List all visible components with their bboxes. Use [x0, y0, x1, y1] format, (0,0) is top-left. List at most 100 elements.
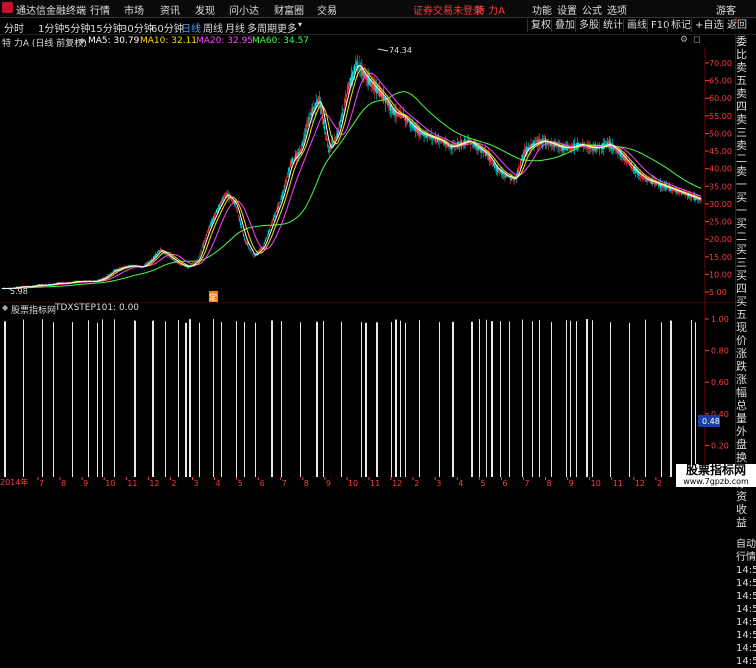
- close-panel-icon[interactable]: ◻: [693, 35, 700, 45]
- current-value-text: 0.48: [702, 417, 720, 426]
- period-15min[interactable]: 15分钟: [90, 20, 123, 35]
- candle-body: [403, 116, 405, 118]
- candle-body: [627, 162, 629, 164]
- candle-body: [223, 196, 225, 198]
- candle-body: [307, 121, 309, 126]
- candle-body: [224, 193, 226, 198]
- price-tick-label: 5.00: [709, 288, 727, 297]
- menu-item-ask[interactable]: 问小达: [229, 2, 259, 17]
- step-bar: [661, 322, 662, 477]
- period-weekly[interactable]: 周线: [203, 20, 223, 35]
- candle-body: [232, 201, 234, 202]
- candle-body: [258, 250, 260, 252]
- candle-body: [341, 112, 343, 118]
- candle-body: [278, 203, 280, 207]
- step-bar: [221, 321, 222, 477]
- menu-item-market[interactable]: 市场: [124, 2, 144, 17]
- candle-body: [244, 239, 246, 240]
- step-bar: [479, 319, 480, 477]
- menu-function[interactable]: 功能: [532, 2, 552, 17]
- stats-button[interactable]: 统计: [599, 19, 626, 32]
- login-notice[interactable]: 证券交易未登录: [413, 2, 483, 17]
- candle-body: [636, 171, 638, 173]
- candle-body: [696, 198, 698, 200]
- candle-body: [146, 262, 148, 265]
- mark-button[interactable]: 标记: [667, 19, 694, 32]
- indicator-chart[interactable]: 1.000.800.600.400.20 0.48: [0, 302, 735, 477]
- price-chart[interactable]: 70.00 65.00 60.00 55.00 50.00 45.00 40.00 35.00…: [0, 47, 735, 302]
- step-bar: [532, 321, 533, 477]
- menu-item-news[interactable]: 资讯: [160, 2, 180, 17]
- menu-options[interactable]: 选项: [607, 2, 627, 17]
- candle-body: [491, 162, 494, 163]
- candle-body: [156, 252, 159, 254]
- candle-body: [290, 158, 292, 165]
- month-tick-label: 10: [105, 479, 115, 487]
- candle-body: [109, 273, 111, 275]
- period-intraday[interactable]: 分时: [4, 20, 24, 35]
- step-bar: [691, 319, 692, 477]
- multi-stock-button[interactable]: 多股: [575, 19, 602, 32]
- step-bar: [300, 322, 301, 477]
- step-bar: [213, 319, 214, 477]
- candle-body: [343, 104, 345, 107]
- panel-tick-item: 14:5: [736, 617, 756, 628]
- settings-gear-icon[interactable]: ⚙: [680, 35, 688, 45]
- candle-body: [310, 112, 312, 115]
- candle-body: [407, 121, 410, 123]
- menu-item-wealth[interactable]: 财富圈: [274, 2, 304, 17]
- candle-body: [215, 212, 217, 215]
- adjust-button[interactable]: 复权: [527, 19, 554, 32]
- candle-body: [108, 274, 110, 276]
- panel-item: 买二: [736, 217, 747, 243]
- marker-text: 定: [209, 292, 217, 302]
- candle-body: [496, 166, 498, 171]
- candle-body: [448, 146, 450, 148]
- overlay-button[interactable]: 叠加: [551, 19, 578, 32]
- menu-settings[interactable]: 设置: [557, 2, 577, 17]
- draw-button[interactable]: 画线: [623, 19, 650, 32]
- price-tick-label: 65.00: [709, 77, 732, 86]
- price-y-axis: 70.00 65.00 60.00 55.00 50.00 45.00 40.00 35.00…: [705, 59, 732, 297]
- period-more[interactable]: 更多: [277, 20, 297, 35]
- candle-body: [254, 255, 256, 257]
- candle-body: [203, 240, 205, 243]
- step-bar: [4, 321, 6, 477]
- candle-body: [286, 177, 288, 178]
- indicator-y-axis: 1.000.800.600.400.20: [705, 315, 729, 450]
- candle-body: [281, 195, 283, 199]
- month-tick-label: 11: [127, 479, 137, 487]
- price-tick-label: 40.00: [709, 165, 732, 174]
- more-chevron-icon[interactable]: ▾: [298, 20, 302, 29]
- period-5min[interactable]: 5分钟: [64, 20, 90, 35]
- menu-item-discover[interactable]: 发现: [195, 2, 215, 17]
- candle-body: [265, 237, 268, 239]
- menu-item-trade[interactable]: 交易: [317, 2, 337, 17]
- ma60-value: MA60: 34.57: [252, 36, 310, 46]
- add-watchlist-button[interactable]: +自选: [691, 19, 726, 32]
- year-label: 2014年: [0, 477, 28, 487]
- step-bar: [255, 322, 256, 477]
- period-monthly[interactable]: 月线: [225, 20, 245, 35]
- candle-body: [293, 156, 296, 160]
- candle-body: [282, 190, 284, 196]
- candle-body: [338, 128, 340, 130]
- period-multi[interactable]: 多周期: [247, 20, 277, 35]
- menu-formula[interactable]: 公式: [582, 2, 602, 17]
- candle-body: [152, 257, 155, 259]
- indicator-tick-label: 0.60: [711, 378, 729, 387]
- candle-body: [206, 231, 208, 234]
- price-tick-label: 10.00: [709, 270, 732, 279]
- guest-label[interactable]: 游客: [716, 2, 736, 17]
- panel-item: 涨幅: [736, 373, 747, 399]
- candle-body: [253, 256, 255, 258]
- menu-item-quotes[interactable]: 行情: [90, 2, 110, 17]
- period-1min[interactable]: 1分钟: [38, 20, 64, 35]
- candle-body: [285, 179, 287, 183]
- period-daily[interactable]: 日线: [181, 20, 201, 35]
- candle-body: [350, 74, 353, 83]
- candle-body: [344, 97, 346, 104]
- period-30min[interactable]: 30分钟: [121, 20, 154, 35]
- expand-icon[interactable]: ◆: [79, 36, 85, 45]
- period-60min[interactable]: 60分钟: [151, 20, 184, 35]
